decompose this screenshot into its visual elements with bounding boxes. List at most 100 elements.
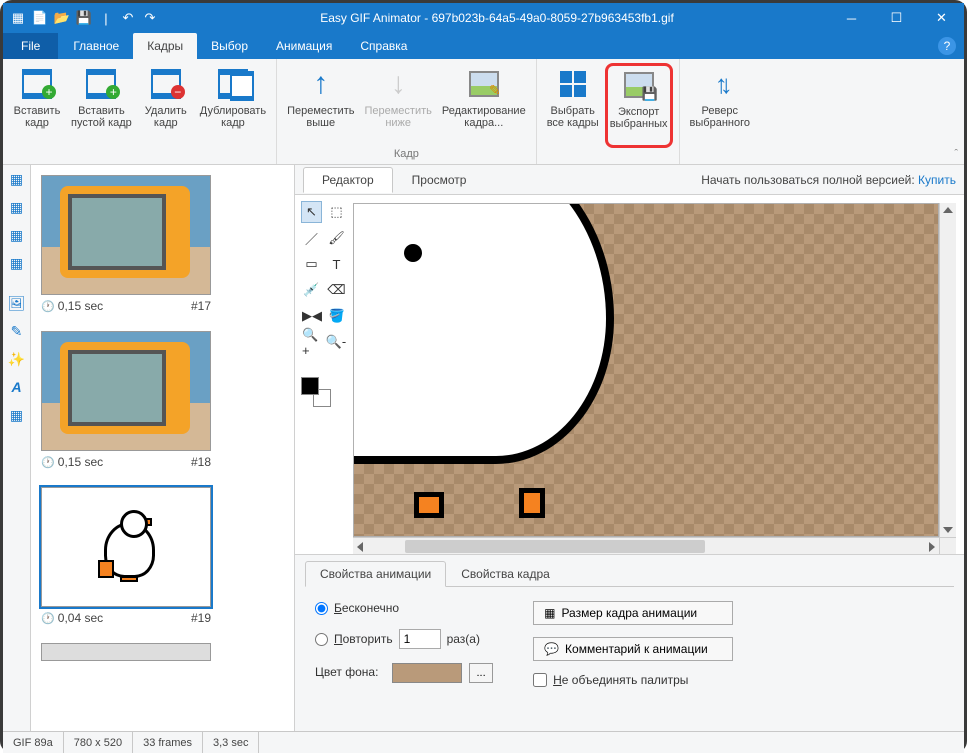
swap-arrows-icon: ↑↓: [715, 69, 725, 100]
fill-tool-icon[interactable]: 🪣: [327, 305, 347, 327]
rect-tool-icon[interactable]: ▭: [301, 253, 322, 275]
frame-thumbnail[interactable]: [41, 175, 211, 295]
insert-frame-label: Вставить кадр: [14, 105, 61, 129]
tab-anim-props[interactable]: Свойства анимации: [305, 561, 446, 587]
frame-item[interactable]: 0,04 sec #19: [41, 487, 284, 625]
file-tab[interactable]: File: [3, 33, 59, 59]
qat-save-icon[interactable]: 💾: [75, 9, 93, 27]
buy-link[interactable]: Купить: [918, 173, 956, 187]
qat-new-icon[interactable]: ▦: [9, 9, 27, 27]
reverse-button[interactable]: ↑↓ Реверс выбранного: [686, 63, 754, 148]
picture-edit-icon: [469, 71, 499, 97]
bg-color-swatch[interactable]: [392, 663, 462, 683]
help-icon[interactable]: ?: [938, 37, 956, 55]
move-up-button[interactable]: ↑ Переместить выше: [283, 63, 358, 148]
comment-label: Комментарий к анимации: [565, 642, 708, 656]
canvas-wrap: [353, 195, 964, 554]
leftbar-edit-icon[interactable]: ✎: [7, 323, 27, 343]
tab-selection[interactable]: Выбор: [197, 33, 262, 59]
eyedropper-tool-icon[interactable]: 💉: [301, 279, 322, 301]
frame-list[interactable]: 0,15 sec #17 0,15 sec #18 0,04 sec #19: [31, 165, 295, 731]
leftbar-wand-icon[interactable]: ✨: [7, 351, 27, 371]
maximize-button[interactable]: ☐: [874, 3, 919, 33]
frame-time: 0,04 sec: [41, 611, 103, 625]
frame-thumbnail[interactable]: [41, 331, 211, 451]
window-controls: ─ ☐ ✕: [829, 3, 964, 33]
leftbar-frames-icon[interactable]: ▦: [7, 171, 27, 191]
insert-empty-frame-button[interactable]: Вставить пустой кадр: [67, 63, 136, 148]
frame-size-button[interactable]: ▦ Размер кадра анимации: [533, 601, 733, 625]
tab-frames[interactable]: Кадры: [133, 33, 197, 59]
toolbox: ↖ ⬚ ／ 🖌 ▭ T 💉 ⌫ ▶◀ 🪣: [295, 195, 353, 554]
leftbar-grid-icon[interactable]: ▦: [7, 407, 27, 427]
frame-item[interactable]: 0,15 sec #18: [41, 331, 284, 469]
zoom-out-icon[interactable]: 🔍-: [325, 331, 347, 353]
leftbar-film-icon[interactable]: ▦: [7, 255, 27, 275]
marquee-tool-icon[interactable]: ⬚: [326, 201, 347, 223]
properties-panel: Свойства анимации Свойства кадра Бесконе…: [295, 555, 964, 731]
collapse-ribbon-icon[interactable]: ˆ: [954, 148, 958, 160]
grid-icon: [560, 71, 586, 97]
leftbar-image-icon[interactable]: 🖼: [7, 295, 27, 315]
group-label-frame: Кадр: [283, 148, 530, 162]
pointer-tool-icon[interactable]: ↖: [301, 201, 322, 223]
edit-frame-button[interactable]: Редактирование кадра...: [438, 63, 530, 148]
foreground-color[interactable]: [301, 377, 319, 395]
trial-text: Начать пользоваться полной версией:: [701, 173, 918, 187]
canvas[interactable]: [353, 203, 939, 537]
leftbar-remove-icon[interactable]: ▦: [7, 227, 27, 247]
radio-infinite[interactable]: Бесконечно: [315, 601, 493, 615]
bg-color-row: Цвет фона: ...: [315, 663, 493, 683]
move-down-button[interactable]: ↓ Переместить ниже: [360, 63, 435, 148]
close-button[interactable]: ✕: [919, 3, 964, 33]
status-dimensions: 780 x 520: [64, 732, 133, 753]
delete-frame-button[interactable]: Удалить кадр: [138, 63, 194, 148]
qat-new-doc-icon[interactable]: 📄: [31, 9, 49, 27]
frame-item[interactable]: 0,15 sec #17: [41, 175, 284, 313]
qat-sep: |: [97, 9, 115, 27]
zoom-in-icon[interactable]: 🔍+: [301, 331, 321, 353]
duplicate-label: Дублировать кадр: [200, 105, 266, 129]
minimize-button[interactable]: ─: [829, 3, 874, 33]
qat-open-icon[interactable]: 📂: [53, 9, 71, 27]
frame-size-label: Размер кадра анимации: [561, 606, 697, 620]
select-all-frames-button[interactable]: Выбрать все кадры: [543, 63, 603, 148]
duplicate-frame-button[interactable]: Дублировать кадр: [196, 63, 270, 148]
tab-main[interactable]: Главное: [59, 33, 133, 59]
frame-index: #19: [191, 611, 211, 625]
film-dup-icon: [218, 69, 248, 99]
frame-thumbnail[interactable]: [41, 643, 211, 661]
export-selected-label: Экспорт выбранных: [610, 106, 668, 130]
frame-thumbnail[interactable]: [41, 487, 211, 607]
status-version: GIF 89a: [3, 732, 64, 753]
qat-undo-icon[interactable]: ↶: [119, 9, 137, 27]
insert-frame-button[interactable]: Вставить кадр: [9, 63, 65, 148]
repeat-count-input[interactable]: [399, 629, 441, 649]
tab-editor[interactable]: Редактор: [303, 167, 393, 193]
select-all-label: Выбрать все кадры: [547, 105, 599, 129]
brush-tool-icon[interactable]: 🖌: [326, 227, 347, 249]
bg-color-picker-button[interactable]: ...: [469, 663, 493, 683]
horizontal-scrollbar[interactable]: [353, 537, 939, 554]
group-label-spacer3: [686, 148, 754, 162]
export-selected-button[interactable]: Экспорт выбранных: [605, 63, 673, 148]
flip-tool-icon[interactable]: ▶◀: [301, 305, 323, 327]
line-tool-icon[interactable]: ／: [301, 227, 322, 249]
merge-palette-checkbox[interactable]: Не объединять палитры: [533, 673, 688, 687]
comment-button[interactable]: 💬 Комментарий к анимации: [533, 637, 733, 661]
tab-help[interactable]: Справка: [346, 33, 421, 59]
tab-frame-props[interactable]: Свойства кадра: [446, 561, 565, 587]
eraser-tool-icon[interactable]: ⌫: [326, 279, 347, 301]
radio-repeat[interactable]: Повторить раз(а): [315, 629, 493, 649]
leftbar-text-icon[interactable]: A: [7, 379, 27, 399]
leftbar-add-icon[interactable]: ▦: [7, 199, 27, 219]
tab-preview[interactable]: Просмотр: [393, 167, 486, 193]
vertical-scrollbar[interactable]: [939, 203, 956, 537]
export-icon: [624, 72, 654, 98]
color-swatch[interactable]: [301, 377, 331, 407]
frame-time: 0,15 sec: [41, 299, 103, 313]
qat-redo-icon[interactable]: ↷: [141, 9, 159, 27]
text-tool-icon[interactable]: T: [326, 253, 347, 275]
tab-animation[interactable]: Анимация: [262, 33, 346, 59]
frame-item[interactable]: [41, 643, 284, 661]
